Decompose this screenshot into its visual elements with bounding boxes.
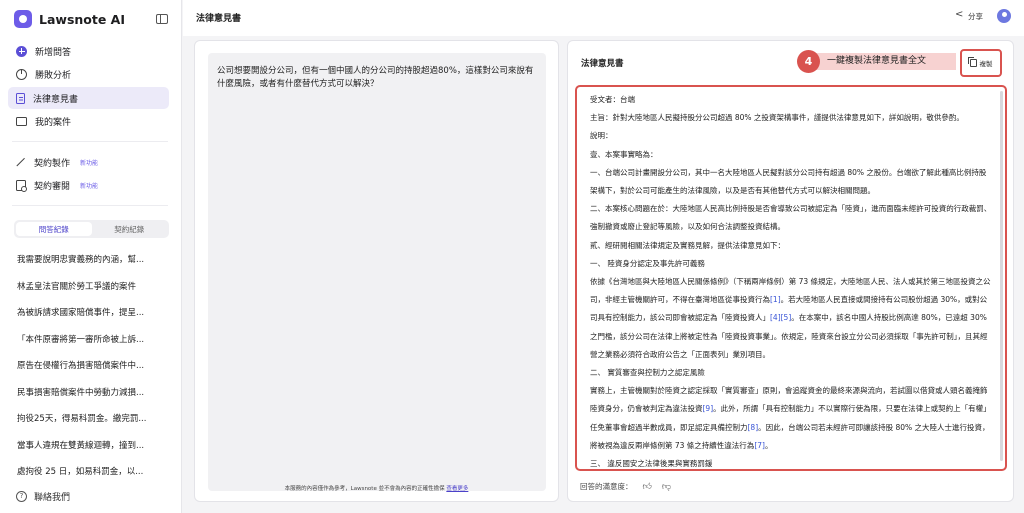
nav-item-label: 新增問答 [35, 47, 72, 58]
rating-label: 回答的滿意度： [580, 482, 633, 491]
share-icon [955, 9, 964, 21]
citation-link[interactable]: [7] [754, 441, 765, 450]
pie-chart-icon [16, 69, 27, 80]
contact-us-link[interactable]: ? 聯絡我們 [16, 490, 70, 503]
sidebar-collapse-icon[interactable] [156, 14, 168, 24]
history-item[interactable]: 處拘役 25 日，如易科罰金，以... [17, 465, 167, 492]
disclaimer-text: 本服務的內容僅作為參考，Lawsnote 並不會為內容的正確性擔保 [284, 486, 445, 492]
help-icon: ? [16, 491, 27, 502]
nav-item-label: 契約審閱 [34, 182, 71, 192]
citation-link[interactable]: [4][5] [770, 313, 791, 322]
history-list: 我需要說明忠實義務的內涵，幫... 林孟皇法官關於勞工爭議的案件 為被訴請求國家… [17, 253, 167, 492]
step-number-badge: 4 [797, 50, 820, 73]
opinion-line: 一、 陸資身分認定及事先許可義務 [590, 258, 705, 268]
nav-item-label: 法律意見書 [33, 94, 79, 105]
opinion-line: 二、本案核心問題在於：大陸地區人民高比例持股是否會導致公司被認定為「陸資」，進而… [590, 204, 992, 232]
disclaimer: 本服務的內容僅作為參考，Lawsnote 並不會為內容的正確性擔保 查看更多 [195, 484, 558, 492]
question-text: 公司想要開設分公司，但有一個中國人的分公司的持股超過80%，這樣對公司來說有什麼… [217, 66, 534, 89]
nav-item-label: 我的案件 [35, 118, 72, 128]
nav-item-new-qa[interactable]: 新增問答 [8, 40, 169, 62]
history-item[interactable]: 當事人違規在雙黃線迴轉，撞到... [17, 439, 167, 466]
page-title: 法律意見書 [196, 14, 242, 24]
contact-us-label: 聯絡我們 [34, 493, 71, 503]
sidebar-divider [12, 205, 168, 206]
top-header: 法律意見書 分享 [183, 0, 1024, 36]
history-item[interactable]: 原告在侵權行為損害賠償案件中... [17, 359, 167, 386]
lawsnote-logo-icon [14, 10, 32, 28]
opinion-paragraph: 依據《台灣地區與大陸地區人民關係條例》（下稱兩岸條例）第 73 條規定，大陸地區… [590, 273, 992, 364]
history-tabs: 問答紀錄 契約紀錄 [14, 220, 169, 238]
sidebar-divider [12, 141, 168, 142]
citation-link[interactable]: [8] [748, 423, 759, 432]
history-item[interactable]: 拘役25天，得易科罰金。繳完罰... [17, 412, 167, 439]
opinion-content[interactable]: 受文者：台端 主旨：針對大陸地區人民擬持股分公司超過 80% 之投資架構事件，謹… [590, 91, 992, 469]
rating-bar: 回答的滿意度： 👍︎ 👎︎ [580, 481, 671, 492]
history-item[interactable]: 民事損害賠償案件中勞動力減損... [17, 386, 167, 413]
share-button[interactable]: 分享 [955, 9, 983, 22]
pen-icon [16, 157, 26, 167]
citation-link[interactable]: [1] [770, 295, 781, 304]
main-nav: 新增問答 勝敗分析 法律意見書 我的案件 [8, 40, 169, 134]
tools-nav: 契約製作 新功能 契約審閱 新功能 [8, 151, 169, 198]
new-feature-badge: 新功能 [80, 159, 99, 167]
nav-item-contract-review[interactable]: 契約審閱 新功能 [8, 175, 169, 197]
tab-qa-history[interactable]: 問答紀錄 [16, 222, 92, 236]
thumbs-up-icon[interactable]: 👍︎ [643, 482, 652, 492]
copy-icon [967, 57, 977, 67]
history-item[interactable]: 為被訴請求國家賠償事件，提呈... [17, 306, 167, 333]
sidebar: Lawsnote AI 新增問答 勝敗分析 法律意見書 我的案件 契約製作 新功… [0, 0, 182, 513]
thumbs-down-icon[interactable]: 👎︎ [662, 482, 671, 492]
document-icon [16, 92, 25, 104]
copy-button[interactable]: 複製 [960, 49, 1002, 77]
opinion-line: 二、 實質審查與控制力之認定風險 [590, 368, 705, 378]
history-item[interactable]: 我需要說明忠實義務的內涵，幫... [17, 253, 167, 280]
new-feature-badge: 新功能 [80, 183, 99, 190]
copy-label: 複製 [979, 60, 993, 68]
opinion-line: 壹、本案事實略為： [590, 149, 658, 159]
copy-callout: 一鍵複製法律意見書全文 [812, 53, 956, 70]
user-avatar[interactable] [997, 9, 1011, 23]
folder-icon [16, 117, 27, 126]
see-more-link[interactable]: 查看更多 [446, 486, 468, 492]
app-name: Lawsnote AI [39, 11, 126, 27]
share-label: 分享 [968, 12, 983, 21]
nav-item-contract-drafting[interactable]: 契約製作 新功能 [8, 151, 169, 173]
nav-item-label: 勝敗分析 [35, 71, 72, 81]
history-item[interactable]: 林孟皇法官關於勞工爭議的案件 [17, 280, 167, 307]
plus-circle-icon [16, 45, 27, 57]
opinion-text: 。 [764, 440, 773, 450]
opinion-line: 一、台端公司計畫開設分公司，其中一名大陸地區人民擬對該分公司持有超過 80% 之… [590, 167, 987, 196]
opinion-line: 受文者：台端 [590, 95, 635, 104]
answer-panel: 法律意見書 一鍵複製法律意見書全文 4 複製 受文者：台端 主旨：針對大陸地區人… [567, 40, 1014, 502]
opinion-content-frame: 受文者：台端 主旨：針對大陸地區人民擬持股分公司超過 80% 之投資架構事件，謹… [575, 85, 1007, 471]
nav-item-my-cases[interactable]: 我的案件 [8, 111, 169, 133]
opinion-line: 說明： [590, 131, 613, 141]
answer-title: 法律意見書 [581, 59, 624, 69]
nav-item-win-loss-analysis[interactable]: 勝敗分析 [8, 64, 169, 86]
opinion-line: 三、 違反國安之法律後果與實務罰鍰 [590, 459, 713, 469]
opinion-paragraph: 實務上，主管機關對於陸資之認定採取「實質審查」原則，會追蹤資金的最終來源與流向，… [590, 382, 992, 455]
nav-item-legal-opinion[interactable]: 法律意見書 [8, 87, 169, 109]
contract-review-icon [16, 180, 27, 192]
opinion-line: 貳、經研閱相關法律規定及實務見解，提供法律意見如下： [590, 240, 785, 250]
history-item[interactable]: 「本件原審將第一審所命被上訴... [17, 333, 167, 360]
content-scrollbar[interactable] [1000, 91, 1003, 461]
opinion-line: 主旨：針對大陸地區人民擬持股分公司超過 80% 之投資架構事件，謹提供法律意見如… [590, 113, 964, 123]
question-panel: 公司想要開設分公司，但有一個中國人的分公司的持股超過80%，這樣對公司來說有什麼… [194, 40, 559, 502]
nav-item-label: 契約製作 [34, 158, 71, 169]
question-bubble: 公司想要開設分公司，但有一個中國人的分公司的持股超過80%，這樣對公司來說有什麼… [208, 53, 546, 491]
tab-contract-history[interactable]: 契約紀錄 [92, 222, 168, 236]
citation-link[interactable]: [9] [703, 404, 714, 413]
brand[interactable]: Lawsnote AI [14, 10, 125, 28]
